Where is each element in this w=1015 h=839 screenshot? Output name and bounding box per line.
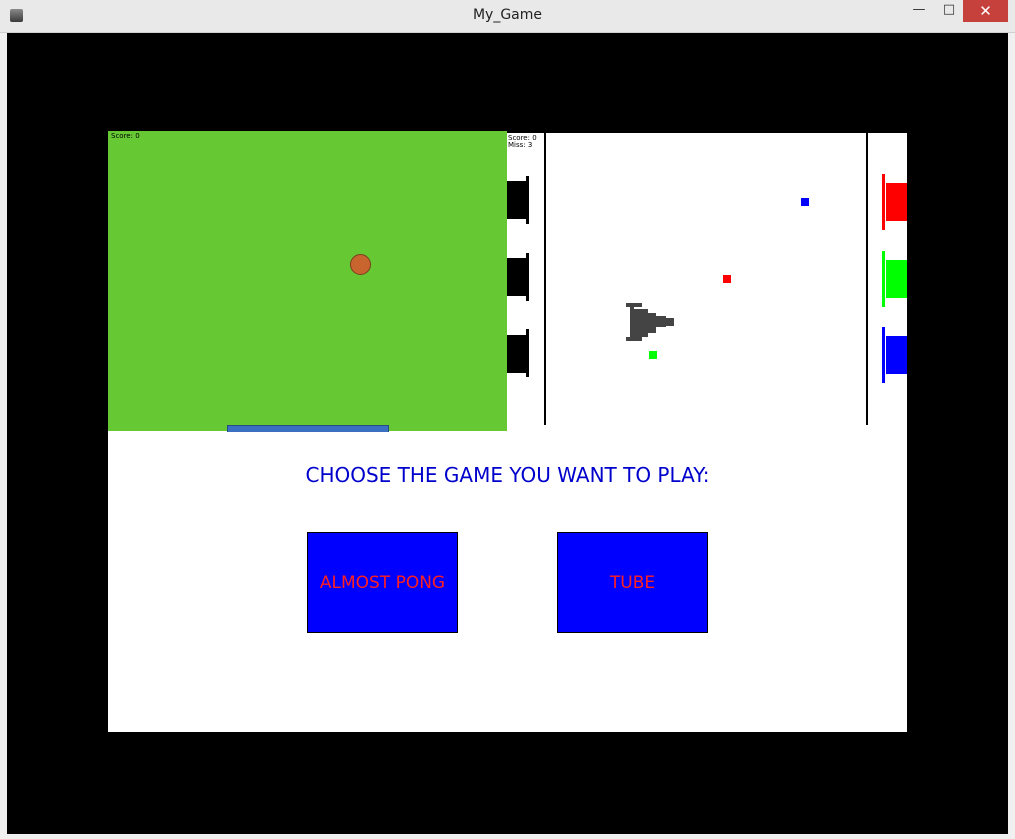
pong-ball	[350, 254, 371, 275]
tube-preview: Score: 0 Miss: 3	[507, 131, 907, 431]
left-tube-rim-1	[526, 176, 529, 224]
maximize-icon[interactable]: □	[934, 0, 964, 22]
game-canvas: Score: 0 Score: 0 Miss: 3 CHOOSE THE GAM…	[108, 131, 907, 732]
left-tube-rim-2	[526, 253, 529, 301]
red-tube-rim	[882, 174, 885, 230]
left-tube-rim-3	[526, 329, 529, 377]
right-lane-line	[866, 133, 868, 425]
close-icon[interactable]: ✕	[963, 0, 1008, 22]
left-tube-3	[507, 335, 528, 373]
almost-pong-label: ALMOST PONG	[319, 572, 446, 593]
tube-top-wall	[507, 131, 907, 133]
cannon-icon	[626, 303, 674, 341]
tube-miss-value: Miss: 3	[508, 141, 533, 149]
blue-tube-rim	[882, 327, 885, 383]
pong-paddle	[227, 425, 389, 432]
window-title: My_Game	[472, 7, 543, 23]
tube-label: TUBE	[609, 572, 656, 593]
minimize-icon[interactable]: —	[904, 0, 934, 22]
almost-pong-button[interactable]: ALMOST PONG	[307, 532, 458, 633]
left-lane-line	[544, 133, 546, 425]
pong-score: Score: 0	[111, 132, 140, 140]
choose-game-prompt: CHOOSE THE GAME YOU WANT TO PLAY:	[305, 463, 710, 487]
blue-tube	[886, 336, 907, 374]
tube-score: Score: 0 Miss: 3	[508, 135, 537, 149]
title-bar: My_Game — □ ✕	[0, 0, 1015, 33]
blue-bullet	[801, 198, 809, 206]
red-bullet	[723, 275, 731, 283]
green-tube-rim	[882, 251, 885, 307]
green-bullet	[649, 351, 657, 359]
red-tube	[886, 183, 907, 221]
tube-button[interactable]: TUBE	[557, 532, 708, 633]
pong-preview: Score: 0	[108, 131, 507, 432]
green-tube	[886, 260, 907, 298]
left-tube-2	[507, 258, 528, 296]
left-tube-1	[507, 181, 528, 219]
